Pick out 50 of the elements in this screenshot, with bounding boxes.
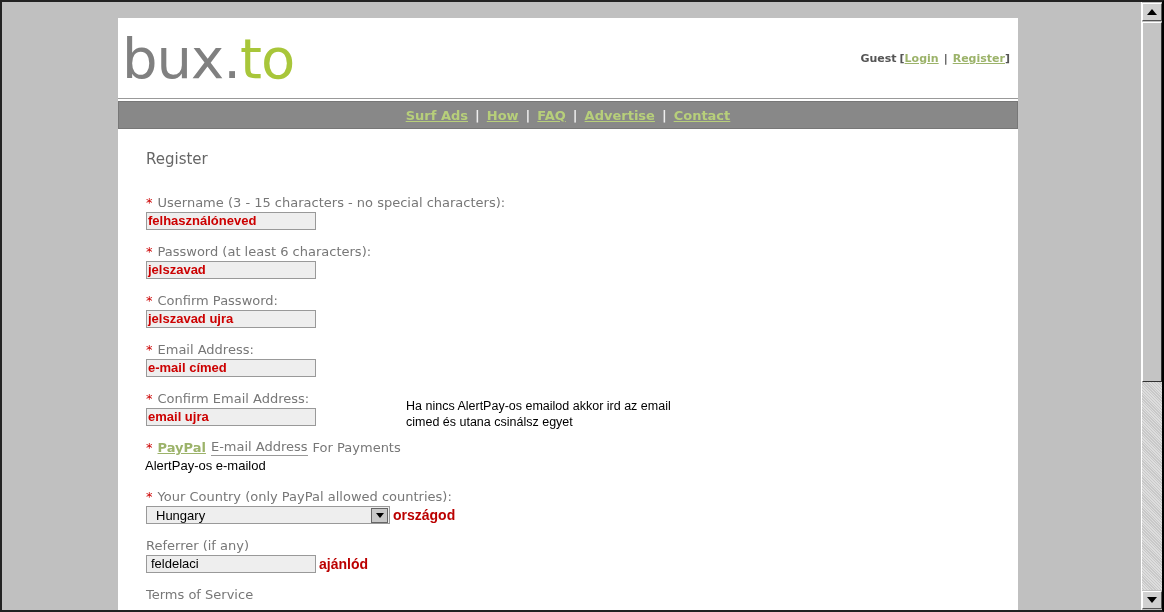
separator: | <box>661 107 667 123</box>
hint-text: Ha nincs AlertPay-os emailod akkor ird az email cimed és utana csinálsz egyet <box>406 398 672 430</box>
required-marker: * <box>146 439 153 457</box>
hint-text: AlertPay-os e-mailod <box>145 457 267 475</box>
input-field[interactable]: felhasználóneved <box>146 212 316 230</box>
field-label: Confirm Password: <box>157 292 278 310</box>
input-field[interactable]: jelszavad <box>146 261 316 279</box>
input-field[interactable]: email ujra <box>146 408 316 426</box>
paypal-link[interactable]: PayPal <box>157 439 206 457</box>
field-label: Referrer (if any) <box>146 537 250 555</box>
bracket: [ <box>899 51 905 65</box>
page-title: Register <box>146 150 209 168</box>
nav-link[interactable]: Contact <box>673 107 731 123</box>
required-marker: * <box>146 390 153 408</box>
nav-link[interactable]: Advertise <box>584 107 655 123</box>
account-link[interactable]: Register <box>952 51 1005 65</box>
scroll-down-icon[interactable] <box>1142 591 1162 609</box>
separator: | <box>572 107 578 123</box>
field-label: Confirm Email Address: <box>157 390 310 408</box>
country-dropdown[interactable]: Hungary <box>146 506 390 524</box>
required-marker: * <box>146 341 153 359</box>
bracket: ] <box>1004 51 1010 65</box>
required-marker: * <box>146 292 153 310</box>
logo: bux.to <box>122 31 295 87</box>
hint-text: ajánlód <box>319 556 368 572</box>
nav-link[interactable]: Surf Ads <box>405 107 468 123</box>
guest-label: Guest <box>860 51 897 65</box>
required-marker: * <box>146 488 153 506</box>
input-field[interactable]: feldelaci <box>146 555 316 573</box>
separator: | <box>943 51 948 65</box>
input-field[interactable]: jelszavad ujra <box>146 310 316 328</box>
section-heading: Terms of Service <box>146 586 254 604</box>
separator: | <box>525 107 531 123</box>
required-marker: * <box>146 194 153 212</box>
scroll-up-icon[interactable] <box>1142 3 1162 21</box>
field-label: Password (at least 6 characters): <box>157 243 372 261</box>
input-field[interactable]: e-mail címed <box>146 359 316 377</box>
hint-text: országod <box>393 507 456 523</box>
field-label: Email Address: <box>157 341 254 359</box>
scrollbar[interactable] <box>1141 2 1162 610</box>
nav-link[interactable]: How <box>486 107 519 123</box>
nav-link[interactable]: FAQ <box>537 107 566 123</box>
separator: | <box>475 107 480 123</box>
field-label: For Payments <box>312 439 401 457</box>
field-label: Username (3 - 15 characters - no special characters): <box>157 194 506 212</box>
field-label: Your Country (only PayPal allowed countries): <box>157 488 452 506</box>
scroll-thumb[interactable] <box>1142 22 1162 382</box>
field-label: E-mail Address <box>210 439 308 456</box>
account-link[interactable]: Login <box>904 51 939 65</box>
required-marker: * <box>146 243 153 261</box>
